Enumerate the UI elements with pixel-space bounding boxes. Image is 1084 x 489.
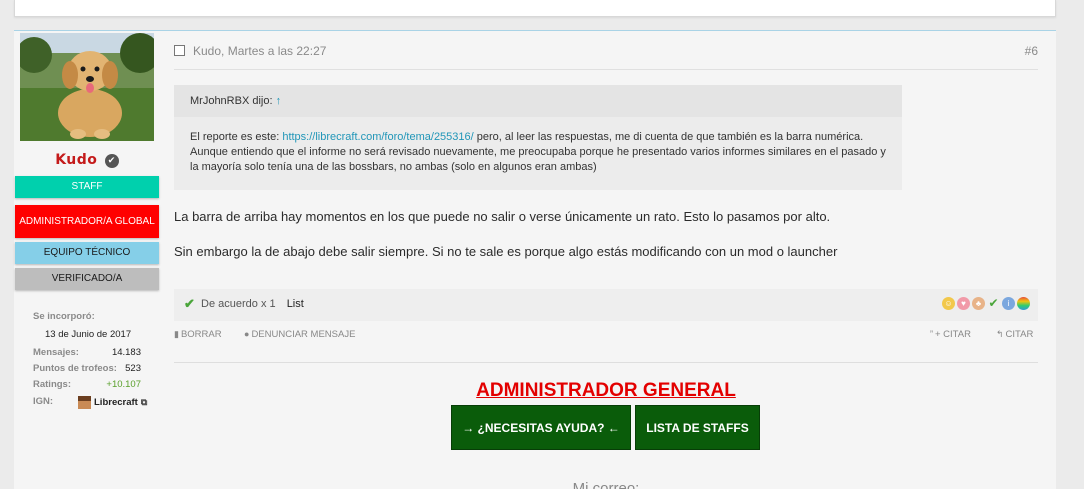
quote-jump-arrow-icon[interactable]: ↑ — [276, 95, 282, 107]
report-icon: ● — [244, 329, 250, 339]
stat-trophies-label: Puntos de trofeos: — [33, 363, 117, 374]
signature-title: ADMINISTRADOR GENERAL — [476, 380, 736, 401]
likes-count[interactable]: x 1 — [261, 298, 276, 310]
stat-joined-value: 13 de Junio de 2017 — [45, 329, 132, 340]
info-reaction-icon[interactable]: i — [1002, 297, 1015, 310]
quote-text-before: El reporte es este: — [190, 131, 283, 143]
quote-block: MrJohnRBX dijo: ↑ El reporte es este: ht… — [174, 85, 902, 190]
agree-check-icon: ✔ — [184, 296, 195, 311]
need-help-button[interactable]: → ¿NECESITAS AYUDA? ← — [451, 405, 631, 450]
badge-tech-team: EQUIPO TÉCNICO — [15, 242, 159, 264]
report-label: DENUNCIAR MENSAJE — [251, 329, 356, 340]
stat-joined: Se incorporó: 13 de Junio de 2017 — [33, 311, 141, 340]
stat-trophies: Puntos de trofeos: 523 — [33, 363, 141, 377]
quote-link[interactable]: https://librecraft.com/foro/tema/255316/ — [282, 131, 473, 143]
stat-messages: Mensajes: 14.183 — [33, 347, 141, 361]
stat-messages-value[interactable]: 14.183 — [112, 347, 141, 358]
badge-verified: VERIFICADO/A — [15, 268, 159, 290]
trash-icon: ▮ — [174, 329, 179, 339]
username[interactable]: Kudo ✔ — [14, 152, 160, 168]
stat-ratings-label: Ratings: — [33, 379, 71, 390]
multiquote-button[interactable]: ” + CITAR — [930, 329, 971, 340]
signature-mail-label: Mi correo: — [572, 480, 640, 489]
staff-list-button[interactable]: LISTA DE STAFFS — [635, 405, 760, 450]
message-paragraph: Sin embargo la de abajo debe salir siemp… — [174, 244, 838, 259]
report-button[interactable]: ● DENUNCIAR MENSAJE — [244, 329, 355, 340]
stat-joined-label: Se incorporó: — [33, 311, 95, 322]
post-actions: ▮ BORRAR ● DENUNCIAR MENSAJE ” + CITAR ↰ CIT… — [174, 329, 1038, 349]
stat-ratings-value: +10.107 — [106, 379, 141, 390]
multiquote-label: + CITAR — [935, 329, 971, 340]
forum-post: Kudo ✔ STAFF ADMINISTRADOR/A GLOBAL EQUI… — [14, 30, 1056, 489]
likes-bar: ✔ De acuerdo x 1 List ☺ ♥ ♣ ✔ i — [174, 289, 1038, 321]
quote-author: MrJohnRBX dijo: — [190, 95, 273, 107]
agree-reaction-icon[interactable]: ✔ — [987, 297, 1000, 310]
reply-arrow-icon: ↰ — [996, 329, 1004, 339]
quote-label: CITAR — [1005, 329, 1034, 340]
select-post-checkbox[interactable] — [174, 45, 185, 56]
likes-summary: De acuerdo x 1 List — [201, 298, 304, 310]
external-link-icon: ⧉ — [140, 397, 148, 407]
quote-header: MrJohnRBX dijo: ↑ — [174, 85, 902, 117]
likes-user[interactable]: List — [287, 298, 304, 310]
ign-value: Librecraft — [94, 397, 138, 408]
stat-trophies-value[interactable]: 523 — [125, 363, 141, 374]
verified-check-icon: ✔ — [104, 154, 119, 168]
rainbow-reaction-icon[interactable] — [1017, 297, 1030, 310]
stat-ign-label: IGN: — [33, 396, 54, 407]
badge-staff: STAFF — [15, 176, 159, 198]
minecraft-head-icon — [78, 396, 91, 409]
username-text: Kudo — [55, 152, 98, 168]
signature-divider — [174, 362, 1038, 363]
delete-label: BORRAR — [180, 329, 222, 340]
like-reaction-icon[interactable]: ♣ — [972, 297, 985, 310]
post-meta: Kudo, Martes a las 22:27 #6 — [174, 44, 1038, 70]
likes-label: De acuerdo — [201, 298, 258, 310]
avatar-image — [20, 33, 154, 141]
stat-ratings: Ratings: +10.107 — [33, 379, 141, 393]
stat-messages-label: Mensajes: — [33, 347, 79, 358]
post-author-date[interactable]: Kudo, Martes a las 22:27 — [193, 44, 326, 58]
stat-ign: IGN: Librecraft ⧉ — [33, 396, 147, 410]
love-reaction-icon[interactable]: ♥ — [957, 297, 970, 310]
quote-marks-icon: ” — [930, 329, 933, 339]
reaction-buttons: ☺ ♥ ♣ ✔ i — [942, 297, 1030, 310]
badge-global-admin: ADMINISTRADOR/A GLOBAL — [15, 205, 159, 238]
quote-button[interactable]: ↰ CITAR — [996, 329, 1033, 340]
funny-reaction-icon[interactable]: ☺ — [942, 297, 955, 310]
message-paragraph: La barra de arriba hay momentos en los q… — [174, 209, 831, 224]
previous-post-bottom — [14, 0, 1056, 17]
avatar[interactable] — [20, 33, 154, 141]
ign-link[interactable]: Librecraft ⧉ — [78, 396, 147, 409]
delete-button[interactable]: ▮ BORRAR — [174, 329, 222, 340]
quote-body: El reporte es este: https://librecraft.c… — [190, 130, 890, 175]
post-number[interactable]: #6 — [1025, 44, 1038, 58]
user-sidebar: Kudo ✔ STAFF ADMINISTRADOR/A GLOBAL EQUI… — [14, 31, 160, 489]
